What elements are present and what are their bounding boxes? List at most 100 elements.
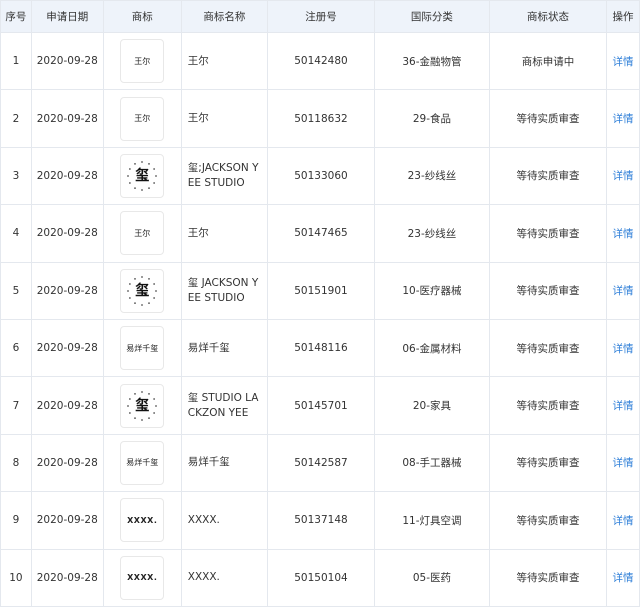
table-row-1: 1 2020-09-28 王尔 王尔 50142480 36-金融物管 商标申请… [0,31,640,91]
action-cell: 详情 [606,261,640,320]
row-index: 3 [0,146,32,206]
seal-logo-text: 玺 [135,282,150,299]
trademark-logo-image[interactable]: 易烊千玺 [120,440,165,485]
trademark-status: 等待实质审查 [488,548,608,607]
apply-date: 2020-09-28 [30,31,104,91]
detail-link[interactable]: 详情 [613,285,634,297]
registration-number: 50142587 [267,433,375,493]
seal-dot [141,303,144,306]
logo-text: XXXX. [127,515,158,525]
trademark-logo-image[interactable]: 王尔 [120,39,165,84]
table-row-6: 6 2020-09-28 易烊千玺 易烊千玺 50148116 06-金属材料 … [0,318,640,378]
table-row-3: 3 2020-09-28 玺 玺;JACKSON YEE STUDIO 5013… [0,146,640,206]
table-row-8: 8 2020-09-28 易烊千玺 易烊千玺 50142587 08-手工器械 … [0,433,640,493]
trademark-logo-image[interactable]: 玺 [120,153,165,198]
trademark-status: 等待实质审查 [488,433,608,493]
action-cell: 详情 [606,433,640,493]
international-class: 11-灯具空调 [373,491,490,550]
trademark-logo-image[interactable]: 王尔 [120,211,165,256]
logo-text: 易烊千玺 [126,343,159,353]
detail-link[interactable]: 详情 [613,113,634,125]
action-cell: 详情 [606,491,640,550]
trademark-name: XXXX. [180,548,269,607]
trademark-status: 等待实质审查 [488,204,608,263]
trademark-status: 等待实质审查 [488,146,608,206]
row-index: 7 [0,376,32,435]
logo-text: 易烊千玺 [126,458,159,468]
detail-link[interactable]: 详情 [613,170,634,182]
header-registration-number: 注册号 [267,0,375,33]
header-trademark-status: 商标状态 [488,0,608,33]
seal-dot [141,275,144,278]
action-cell: 详情 [606,204,640,263]
registration-number: 50150104 [267,548,375,607]
trademark-logo-cell: XXXX. [102,491,182,550]
row-index: 5 [0,261,32,320]
international-class: 23-纱线丝 [373,146,490,206]
seal-logo-text: 玺 [135,167,150,184]
header-trademark-name: 商标名称 [180,0,269,33]
detail-link[interactable]: 详情 [613,457,634,469]
registration-number: 50147465 [267,204,375,263]
trademark-name: 玺 JACKSON YEE STUDIO [180,261,269,320]
seal-dot [134,187,137,189]
trademark-logo-cell: 王尔 [102,204,182,263]
seal-dot [134,416,137,419]
trademark-logo-cell: 王尔 [102,31,182,91]
row-index: 4 [0,204,32,263]
table-body: 1 2020-09-28 王尔 王尔 50142480 36-金融物管 商标申请… [0,31,640,607]
seal-dot [141,418,144,421]
logo-text: 王尔 [134,56,151,66]
apply-date: 2020-09-28 [30,376,104,435]
row-index: 10 [0,548,32,607]
trademark-logo-image[interactable]: 易烊千玺 [120,326,165,371]
trademark-logo-cell: 玺 [102,146,182,206]
table-row-7: 7 2020-09-28 玺 玺 STUDIO LACKZON YEE 5014… [0,376,640,435]
registration-number: 50142480 [267,31,375,91]
registration-number: 50137148 [267,491,375,550]
table-row-4: 4 2020-09-28 王尔 王尔 50147465 23-纱线丝 等待实质审… [0,204,640,263]
trademark-name: 玺;JACKSON YEE STUDIO [180,146,269,206]
international-class: 23-纱线丝 [373,204,490,263]
trademark-name: XXXX. [180,491,269,550]
detail-link[interactable]: 详情 [613,56,634,68]
action-cell: 详情 [606,376,640,435]
trademark-logo-cell: 王尔 [102,89,182,148]
seal-dot [141,189,144,191]
detail-link[interactable]: 详情 [613,400,634,412]
row-index: 9 [0,491,32,550]
table-row-9: 9 2020-09-28 XXXX. XXXX. 50137148 11-灯具空… [0,491,640,550]
international-class: 08-手工器械 [373,433,490,493]
registration-number: 50148116 [267,318,375,378]
trademark-status: 商标申请中 [488,31,608,91]
trademark-name: 王尔 [180,31,269,91]
seal-dot [141,390,144,393]
action-cell: 详情 [606,318,640,378]
apply-date: 2020-09-28 [30,433,104,493]
header-index: 序号 [0,0,32,33]
detail-link[interactable]: 详情 [613,515,634,527]
detail-link[interactable]: 详情 [613,228,634,240]
trademark-logo-image[interactable]: 玺 [120,268,165,313]
seal-dot [141,161,144,163]
trademark-name: 王尔 [180,204,269,263]
detail-link[interactable]: 详情 [613,572,634,584]
trademark-name: 玺 STUDIO LACKZON YEE [180,376,269,435]
trademark-logo-cell: 易烊千玺 [102,318,182,378]
international-class: 05-医药 [373,548,490,607]
apply-date: 2020-09-28 [30,89,104,148]
header-action: 操作 [606,0,640,33]
trademark-table: 序号 申请日期 商标 商标名称 注册号 国际分类 商标状态 操作 1 2020-… [0,0,640,607]
trademark-logo-image[interactable]: XXXX. [120,555,165,600]
seal-dot [134,301,137,304]
international-class: 10-医疗器械 [373,261,490,320]
trademark-logo-image[interactable]: XXXX. [120,498,165,543]
seal-logo-mark: 玺 [125,159,159,193]
trademark-logo-cell: 玺 [102,261,182,320]
trademark-name: 易烊千玺 [180,433,269,493]
table-header: 序号 申请日期 商标 商标名称 注册号 国际分类 商标状态 操作 [0,0,640,33]
detail-link[interactable]: 详情 [613,343,634,355]
trademark-logo-image[interactable]: 玺 [120,383,165,428]
trademark-logo-image[interactable]: 王尔 [120,96,165,141]
trademark-table-panel: 序号 申请日期 商标 商标名称 注册号 国际分类 商标状态 操作 1 2020-… [0,0,640,607]
